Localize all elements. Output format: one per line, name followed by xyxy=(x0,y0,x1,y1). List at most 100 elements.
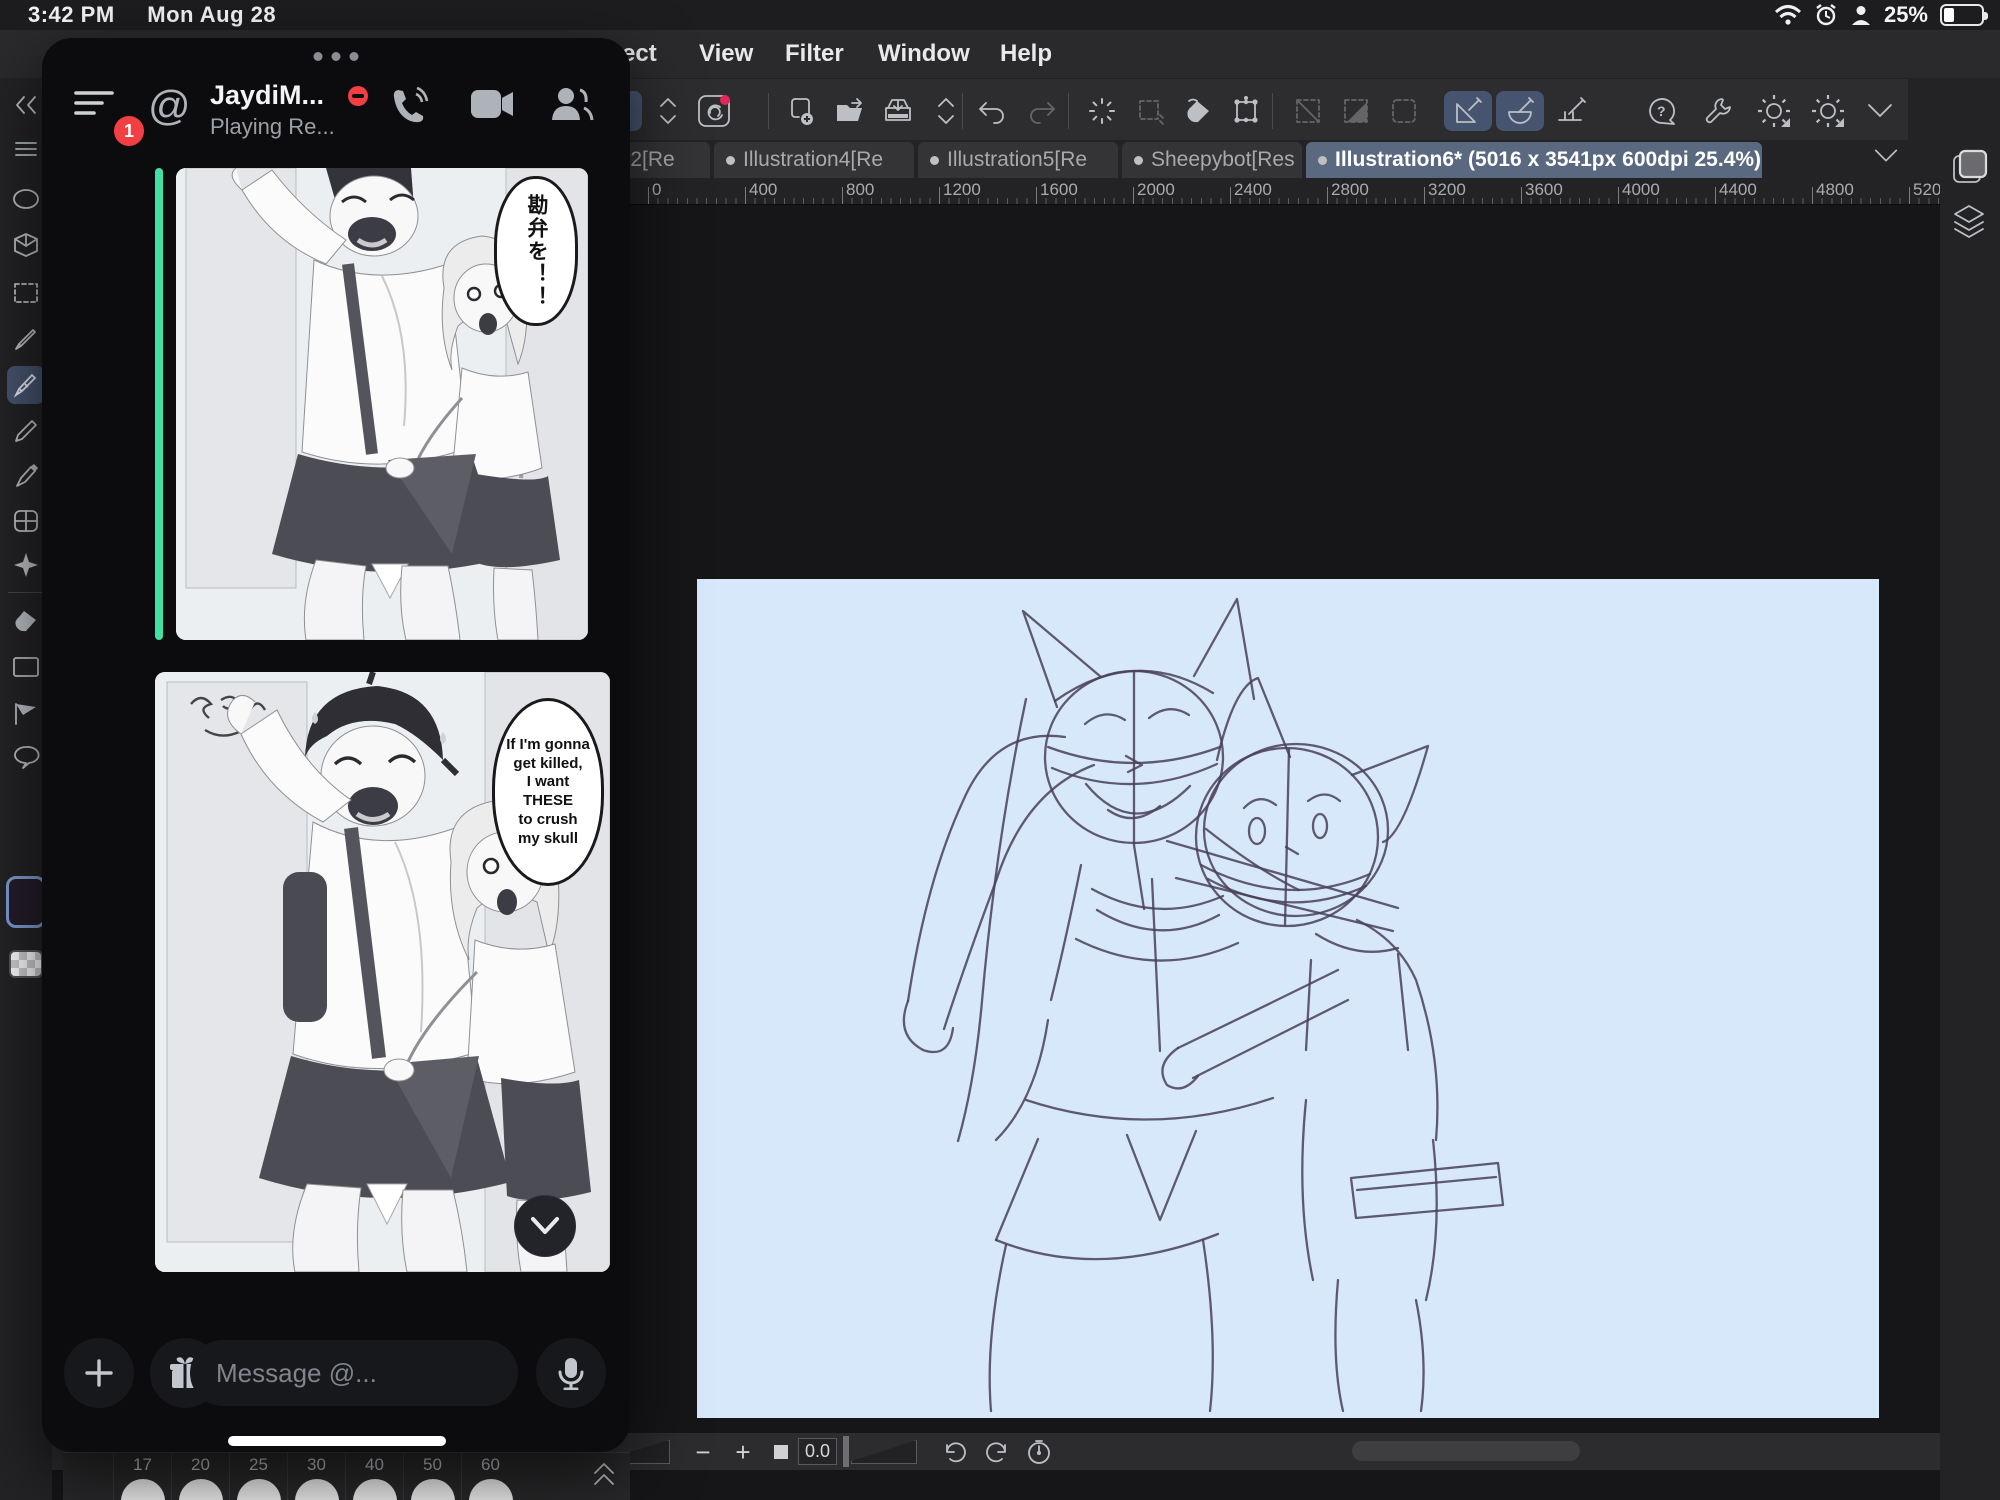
channels-menu-icon[interactable] xyxy=(74,88,114,120)
home-indicator[interactable] xyxy=(228,1436,446,1446)
tab-illustration4[interactable]: Illustration4[Re xyxy=(714,142,914,178)
rotate-left-icon[interactable] xyxy=(938,1433,972,1470)
tab-dot xyxy=(1318,156,1327,165)
menu-help[interactable]: Help xyxy=(1000,40,1052,68)
menu-view[interactable]: View xyxy=(699,40,753,68)
mention-badge: 1 xyxy=(114,116,144,146)
canvas-pages-icon[interactable] xyxy=(1948,146,1990,193)
ruler-label: 4000 xyxy=(1622,180,1660,200)
message-input-row xyxy=(42,1338,630,1410)
message-input[interactable] xyxy=(190,1358,559,1389)
voice-message-button[interactable] xyxy=(536,1338,606,1408)
scroll-to-bottom-button[interactable] xyxy=(514,1195,576,1257)
brush-size-20[interactable]: 20 xyxy=(171,1453,229,1500)
tab-illustration6-active[interactable]: Illustration6* (5016 x 3541px 600dpi 25.… xyxy=(1306,142,1762,178)
brush-size-30[interactable]: 30 xyxy=(287,1453,345,1500)
ruler-label: 2800 xyxy=(1331,180,1369,200)
ruler-label: 2400 xyxy=(1234,180,1272,200)
deselect-icon[interactable] xyxy=(1082,91,1122,131)
transform-icon[interactable] xyxy=(1226,91,1266,131)
toolbar-collapse-chevron-icon[interactable] xyxy=(1860,91,1900,131)
palette-expand-icon[interactable] xyxy=(591,1459,617,1494)
redo-icon[interactable] xyxy=(1022,91,1062,131)
tool-settings-icon[interactable] xyxy=(1754,91,1794,131)
frame-border-tool-icon[interactable] xyxy=(7,648,45,686)
ruler-label: 4400 xyxy=(1719,180,1757,200)
fountain-pen-tool-selected-icon[interactable] xyxy=(7,366,45,404)
menu-window[interactable]: Window xyxy=(878,40,970,68)
ruler-label: 400 xyxy=(749,180,777,200)
brush-size-60[interactable]: 60 xyxy=(461,1453,519,1500)
fill-bucket-icon[interactable] xyxy=(1178,91,1218,131)
members-icon[interactable] xyxy=(550,86,594,122)
tab-illustration5[interactable]: Illustration5[Re xyxy=(918,142,1118,178)
video-call-icon[interactable] xyxy=(470,88,514,120)
3d-tool-icon[interactable] xyxy=(7,226,45,264)
person-icon xyxy=(1850,4,1872,26)
battery-icon xyxy=(1940,4,1984,26)
save-icon[interactable] xyxy=(878,91,918,131)
select-again-icon[interactable] xyxy=(1130,91,1170,131)
fill-tool-icon[interactable] xyxy=(7,602,45,640)
selection-tool-icon[interactable] xyxy=(7,274,45,312)
svg-text:?: ? xyxy=(1657,103,1666,119)
zoom-out-button[interactable]: − xyxy=(688,1433,718,1470)
selection-half-icon[interactable] xyxy=(1336,91,1376,131)
brush-size-25[interactable]: 25 xyxy=(229,1453,287,1500)
pencil-tool-icon[interactable] xyxy=(7,412,45,450)
voice-call-icon[interactable] xyxy=(390,86,430,126)
clip-studio-app-icon[interactable] xyxy=(694,91,734,131)
figure-tool-icon[interactable] xyxy=(7,694,45,732)
new-file-icon[interactable] xyxy=(782,91,822,131)
zoom-in-button[interactable]: + xyxy=(728,1433,758,1470)
brush-size-17[interactable]: 17 xyxy=(113,1453,171,1500)
window-drag-handle[interactable] xyxy=(314,52,359,61)
tab-sheepybot[interactable]: Sheepybot[Res xyxy=(1122,142,1302,178)
dm-user-title[interactable]: JaydiM... xyxy=(210,80,324,111)
attach-plus-button[interactable] xyxy=(64,1338,134,1408)
help-icon[interactable]: ? xyxy=(1642,91,1682,131)
collapse-panel-icon[interactable] xyxy=(7,86,45,124)
menu-filter[interactable]: Filter xyxy=(785,40,844,68)
chat-image-attachment[interactable]: If I'm gonna get killed, I want THESE to… xyxy=(155,672,610,1272)
right-panel-strip xyxy=(1940,140,2000,1500)
ruler-snap-icon[interactable] xyxy=(1444,91,1492,131)
open-file-icon[interactable] xyxy=(830,91,870,131)
marker-tool-icon[interactable] xyxy=(7,456,45,494)
transparent-color-swatch[interactable] xyxy=(9,950,43,978)
tool-spinner-chevrons-icon[interactable] xyxy=(648,91,688,131)
rotation-value: 0.0 xyxy=(798,1438,837,1465)
pen-tool-icon[interactable] xyxy=(7,320,45,358)
rotation-slider[interactable] xyxy=(851,1440,917,1464)
status-bar: 3:42 PM Mon Aug 28 25% xyxy=(0,0,2000,30)
balloon-tool-icon[interactable] xyxy=(7,738,45,776)
special-ruler-snap-icon[interactable] xyxy=(1496,91,1544,131)
rotate-right-icon[interactable] xyxy=(980,1433,1014,1470)
brush-size-50[interactable]: 50 xyxy=(403,1453,461,1500)
undo-icon[interactable] xyxy=(972,91,1012,131)
operation-tool-icon[interactable] xyxy=(7,180,45,218)
reset-view-icon[interactable] xyxy=(1022,1433,1056,1470)
selection-launcher-off-icon[interactable] xyxy=(1288,91,1328,131)
status-date: Mon Aug 28 xyxy=(147,2,276,27)
horizontal-scrollbar[interactable] xyxy=(1352,1441,1580,1461)
fit-screen-button[interactable] xyxy=(766,1433,796,1470)
rotation-slider-handle[interactable] xyxy=(843,1436,849,1467)
tab-dot xyxy=(930,156,939,165)
airbrush-tool-icon[interactable] xyxy=(7,546,45,584)
tab-list-chevron-icon[interactable] xyxy=(1872,146,1900,171)
current-color-swatch[interactable] xyxy=(6,876,46,928)
layers-icon[interactable] xyxy=(1949,202,1989,247)
decoration-tool-icon[interactable] xyxy=(7,502,45,540)
wrench-icon[interactable] xyxy=(1698,91,1738,131)
chat-image-attachment[interactable]: 勘弁を！！ xyxy=(176,168,588,640)
save-chevrons-icon[interactable] xyxy=(926,91,966,131)
drawing-canvas[interactable] xyxy=(697,579,1879,1418)
ruler-label: 3600 xyxy=(1525,180,1563,200)
speech-bubble-jp: 勘弁を！！ xyxy=(494,176,578,326)
brush-size-40[interactable]: 40 xyxy=(345,1453,403,1500)
app-settings-icon[interactable] xyxy=(1808,91,1848,131)
guide-snap-icon[interactable] xyxy=(1552,91,1592,131)
tool-menu-icon[interactable] xyxy=(7,130,45,168)
selection-border-icon[interactable] xyxy=(1384,91,1424,131)
